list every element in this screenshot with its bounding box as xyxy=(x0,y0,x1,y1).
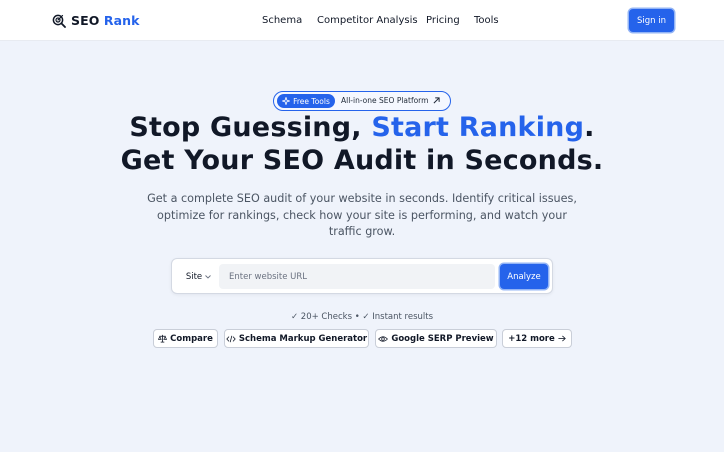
target-search-icon xyxy=(52,14,66,28)
schema-markup-generator-label: Schema Markup Generator xyxy=(238,333,368,344)
hero-headline-line1: Stop Guessing, Start Ranking. xyxy=(0,111,724,145)
sparkle-icon xyxy=(282,97,291,105)
brand-prefix: SEO xyxy=(71,13,100,28)
chevron-down-icon xyxy=(205,274,211,279)
hero-subtitle: Get a complete SEO audit of your website… xyxy=(147,192,577,238)
nav-competitor-analysis[interactable]: Competitor Analysis xyxy=(317,14,418,27)
analyze-button[interactable]: Analyze xyxy=(500,264,548,289)
announcement-badge[interactable]: Free Tools All-in-one SEO Platform xyxy=(273,91,451,111)
more-tools-chip[interactable]: +12 more xyxy=(502,329,572,348)
sign-in-button[interactable]: Sign in xyxy=(629,9,674,32)
headline-suffix: . xyxy=(584,112,595,143)
headline-accent: Start Ranking xyxy=(371,112,585,143)
external-arrow-icon xyxy=(433,96,440,103)
code-icon xyxy=(226,335,236,342)
more-tools-label: +12 more xyxy=(508,333,555,344)
google-serp-preview-label: Google SERP Preview xyxy=(391,333,494,344)
schema-markup-generator-chip[interactable]: Schema Markup Generator xyxy=(224,329,369,348)
badge-text-label: All-in-one SEO Platform xyxy=(341,96,429,105)
url-input[interactable] xyxy=(219,264,495,289)
audit-search-form: Site Analyze xyxy=(171,258,553,294)
compare-chip[interactable]: Compare xyxy=(153,329,218,348)
hero-headline-line2: Get Your SEO Audit in Seconds. xyxy=(120,145,604,176)
scope-select-value: Site xyxy=(185,271,203,282)
brand-accent: Rank xyxy=(103,13,140,28)
checks-summary: ✓ 20+ Checks • ✓ Instant results xyxy=(290,312,434,322)
nav-pricing[interactable]: Pricing xyxy=(426,14,460,27)
arrow-right-icon xyxy=(558,335,566,342)
compare-chip-label: Compare xyxy=(170,333,213,344)
scale-icon xyxy=(158,334,168,343)
free-tools-label: Free Tools xyxy=(293,96,330,106)
eye-icon xyxy=(378,335,389,342)
nav-schema[interactable]: Schema xyxy=(262,14,302,27)
free-tools-pill: Free Tools xyxy=(277,94,335,108)
badge-text: All-in-one SEO Platform xyxy=(341,95,440,107)
scope-select[interactable]: Site xyxy=(178,264,219,289)
top-navbar: SEO Rank Schema Competitor Analysis Pric… xyxy=(0,0,724,41)
brand-name: SEO Rank xyxy=(71,13,140,28)
google-serp-preview-chip[interactable]: Google SERP Preview xyxy=(375,329,497,348)
brand-logo[interactable]: SEO Rank xyxy=(52,12,140,29)
nav-tools[interactable]: Tools xyxy=(474,14,499,27)
headline-prefix: Stop Guessing, xyxy=(129,112,372,143)
